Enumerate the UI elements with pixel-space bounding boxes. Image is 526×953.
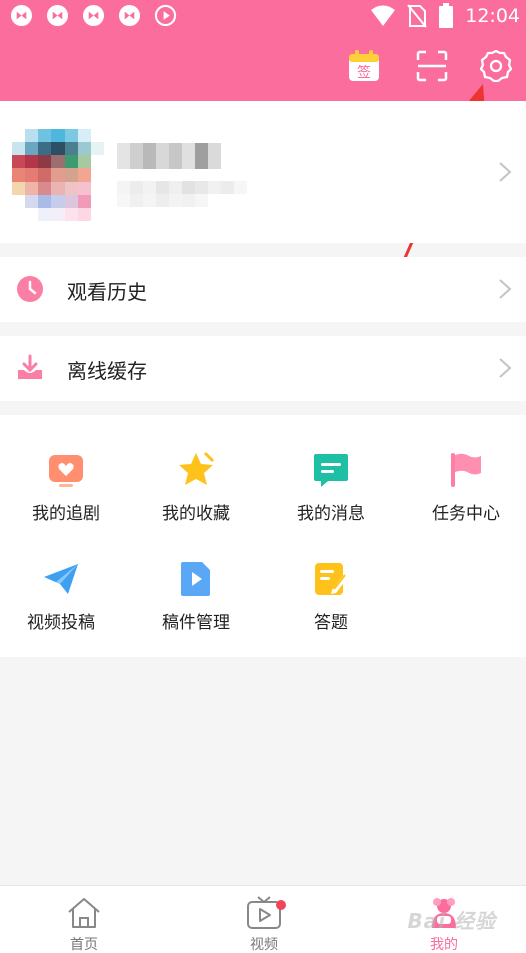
status-time: 12:04 xyxy=(465,4,520,27)
grid-item-messages[interactable]: 我的消息 xyxy=(265,451,397,524)
grid-item-label: 我的消息 xyxy=(297,504,365,524)
star-icon xyxy=(179,451,215,485)
user-info-blurred xyxy=(117,181,247,207)
status-notification-icons xyxy=(10,4,177,27)
tab-label: 我的 xyxy=(430,937,458,953)
app-notification-icon xyxy=(82,4,105,27)
no-sim-icon xyxy=(407,3,428,28)
notification-dot xyxy=(276,900,286,910)
tab-label: 视频 xyxy=(250,937,278,953)
tv-heart-icon xyxy=(49,455,83,487)
message-icon xyxy=(314,454,348,487)
download-icon xyxy=(18,354,42,379)
grid-item-label: 我的收藏 xyxy=(162,504,230,524)
profile-card[interactable] xyxy=(0,101,526,243)
grid-item-my-dramas[interactable]: 我的追剧 xyxy=(0,451,132,524)
video-file-icon xyxy=(181,562,210,596)
offline-cache-row[interactable]: 离线缓存 xyxy=(0,336,526,401)
username-blurred xyxy=(117,143,221,169)
grid-item-manuscript-manage[interactable]: 稿件管理 xyxy=(130,560,262,633)
grid-item-video-submit[interactable]: 视频投稿 xyxy=(0,560,127,633)
chevron-right-icon xyxy=(499,279,512,299)
app-notification-icon xyxy=(118,4,141,27)
baidu-watermark: Bai 经验 xyxy=(407,909,496,933)
status-bar: 12:04 xyxy=(0,0,526,32)
settings-gear-icon[interactable] xyxy=(480,50,512,82)
tab-video[interactable]: 视频 xyxy=(214,896,314,953)
app-notification-icon xyxy=(10,4,33,27)
feature-grid: 我的追剧 我的收藏 我的消息 任务中心 视频投稿 稿件管理 答题 xyxy=(0,415,526,657)
play-circle-icon xyxy=(154,4,177,27)
grid-item-label: 视频投稿 xyxy=(27,613,95,633)
grid-item-label: 任务中心 xyxy=(432,504,500,524)
grid-item-task-center[interactable]: 任务中心 xyxy=(400,451,526,524)
chevron-right-icon xyxy=(499,162,512,182)
edit-note-icon xyxy=(315,563,349,595)
scan-icon[interactable] xyxy=(416,50,448,82)
sign-in-label: 签 xyxy=(357,64,371,81)
battery-icon xyxy=(439,3,454,28)
paper-plane-icon xyxy=(44,564,78,594)
tab-home[interactable]: 首页 xyxy=(34,896,134,953)
offline-cache-label: 离线缓存 xyxy=(67,359,147,383)
watch-history-row[interactable]: 观看历史 xyxy=(0,257,526,322)
avatar[interactable] xyxy=(12,129,104,221)
tab-label: 首页 xyxy=(70,937,98,953)
grid-item-label: 稿件管理 xyxy=(162,613,230,633)
wifi-icon xyxy=(371,5,396,26)
clock-icon xyxy=(17,276,43,302)
watch-history-label: 观看历史 xyxy=(67,280,147,304)
grid-item-label: 答题 xyxy=(314,613,348,633)
home-icon xyxy=(68,898,100,928)
chevron-right-icon xyxy=(499,358,512,378)
grid-item-label: 我的追剧 xyxy=(32,504,100,524)
grid-item-favorites[interactable]: 我的收藏 xyxy=(130,451,262,524)
grid-item-quiz[interactable]: 答题 xyxy=(265,560,397,633)
flag-icon xyxy=(451,453,481,487)
calendar-signin-icon[interactable]: 签 xyxy=(348,50,380,82)
app-notification-icon xyxy=(46,4,69,27)
